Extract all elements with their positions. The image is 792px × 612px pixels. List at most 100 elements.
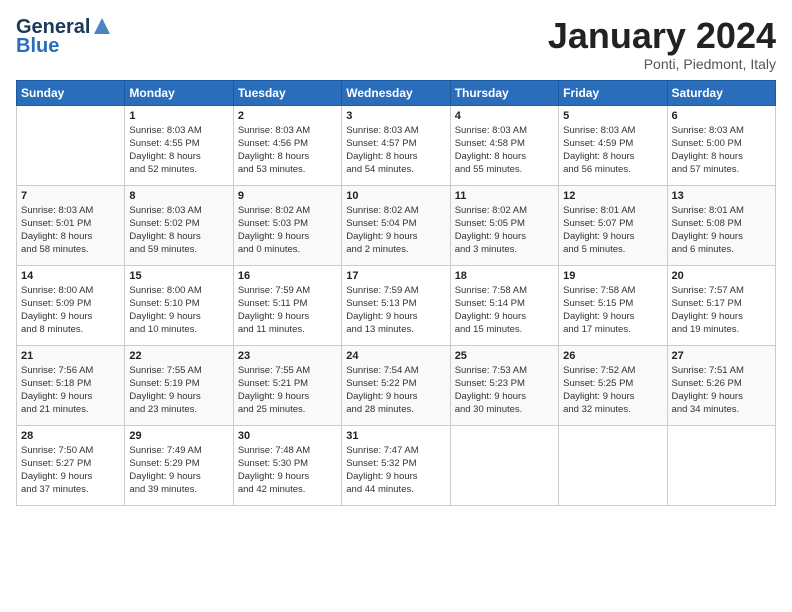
day-info: Sunrise: 7:59 AMSunset: 5:13 PMDaylight:… — [346, 284, 445, 337]
day-cell — [559, 425, 667, 505]
day-cell: 15 Sunrise: 8:00 AMSunset: 5:10 PMDayligh… — [125, 265, 233, 345]
location-subtitle: Ponti, Piedmont, Italy — [548, 56, 776, 72]
month-title: January 2024 — [548, 16, 776, 56]
day-cell: 31 Sunrise: 7:47 AMSunset: 5:32 PMDayligh… — [342, 425, 450, 505]
header-cell-tuesday: Tuesday — [233, 80, 341, 105]
day-number: 20 — [672, 270, 771, 282]
day-number: 26 — [563, 350, 662, 362]
day-number: 9 — [238, 190, 337, 202]
logo-icon — [92, 16, 112, 36]
day-info: Sunrise: 7:54 AMSunset: 5:22 PMDaylight:… — [346, 364, 445, 417]
day-cell: 3Sunrise: 8:03 AMSunset: 4:57 PMDaylight… — [342, 105, 450, 185]
day-info: Sunrise: 8:02 AMSunset: 5:03 PMDaylight:… — [238, 204, 337, 257]
day-cell: 23 Sunrise: 7:55 AMSunset: 5:21 PMDayligh… — [233, 345, 341, 425]
day-info: Sunrise: 8:02 AMSunset: 5:04 PMDaylight:… — [346, 204, 445, 257]
day-info: Sunrise: 8:03 AMSunset: 4:58 PMDaylight:… — [455, 124, 554, 177]
day-info: Sunrise: 8:00 AMSunset: 5:10 PMDaylight:… — [129, 284, 228, 337]
day-cell: 20 Sunrise: 7:57 AMSunset: 5:17 PMDayligh… — [667, 265, 775, 345]
day-info: Sunrise: 7:47 AMSunset: 5:32 PMDaylight:… — [346, 444, 445, 497]
day-info: Sunrise: 8:02 AMSunset: 5:05 PMDaylight:… — [455, 204, 554, 257]
day-cell — [17, 105, 125, 185]
day-info: Sunrise: 8:03 AMSunset: 4:57 PMDaylight:… — [346, 124, 445, 177]
day-number: 30 — [238, 430, 337, 442]
header-row: SundayMondayTuesdayWednesdayThursdayFrid… — [17, 80, 776, 105]
week-row-5: 28 Sunrise: 7:50 AMSunset: 5:27 PMDayligh… — [17, 425, 776, 505]
day-number: 28 — [21, 430, 120, 442]
day-cell: 26 Sunrise: 7:52 AMSunset: 5:25 PMDayligh… — [559, 345, 667, 425]
day-cell: 19Sunrise: 7:58 AMSunset: 5:15 PMDayligh… — [559, 265, 667, 345]
day-number: 14 — [21, 270, 120, 282]
day-number: 25 — [455, 350, 554, 362]
day-cell — [667, 425, 775, 505]
day-number: 1 — [129, 110, 228, 122]
header-cell-thursday: Thursday — [450, 80, 558, 105]
day-number: 12 — [563, 190, 662, 202]
header-cell-monday: Monday — [125, 80, 233, 105]
day-number: 15 — [129, 270, 228, 282]
day-number: 7 — [21, 190, 120, 202]
day-info: Sunrise: 8:03 AMSunset: 5:01 PMDaylight:… — [21, 204, 120, 257]
day-number: 23 — [238, 350, 337, 362]
day-number: 27 — [672, 350, 771, 362]
day-cell: 24 Sunrise: 7:54 AMSunset: 5:22 PMDayligh… — [342, 345, 450, 425]
header-cell-wednesday: Wednesday — [342, 80, 450, 105]
day-number: 17 — [346, 270, 445, 282]
day-number: 31 — [346, 430, 445, 442]
week-row-2: 7 Sunrise: 8:03 AMSunset: 5:01 PMDaylight… — [17, 185, 776, 265]
day-info: Sunrise: 8:03 AMSunset: 4:55 PMDaylight:… — [129, 124, 228, 177]
day-cell: 17 Sunrise: 7:59 AMSunset: 5:13 PMDayligh… — [342, 265, 450, 345]
day-info: Sunrise: 8:03 AMSunset: 5:00 PMDaylight:… — [672, 124, 771, 177]
day-info: Sunrise: 7:52 AMSunset: 5:25 PMDaylight:… — [563, 364, 662, 417]
week-row-1: 1 Sunrise: 8:03 AMSunset: 4:55 PMDaylight… — [17, 105, 776, 185]
week-row-3: 14 Sunrise: 8:00 AMSunset: 5:09 PMDayligh… — [17, 265, 776, 345]
day-number: 4 — [455, 110, 554, 122]
day-info: Sunrise: 7:59 AMSunset: 5:11 PMDaylight:… — [238, 284, 337, 337]
day-cell: 1 Sunrise: 8:03 AMSunset: 4:55 PMDaylight… — [125, 105, 233, 185]
day-info: Sunrise: 8:03 AMSunset: 5:02 PMDaylight:… — [129, 204, 228, 257]
day-cell: 28 Sunrise: 7:50 AMSunset: 5:27 PMDayligh… — [17, 425, 125, 505]
day-cell: 13Sunrise: 8:01 AMSunset: 5:08 PMDayligh… — [667, 185, 775, 265]
day-cell: 27 Sunrise: 7:51 AMSunset: 5:26 PMDayligh… — [667, 345, 775, 425]
day-info: Sunrise: 8:00 AMSunset: 5:09 PMDaylight:… — [21, 284, 120, 337]
day-info: Sunrise: 7:51 AMSunset: 5:26 PMDaylight:… — [672, 364, 771, 417]
day-number: 5 — [563, 110, 662, 122]
title-area: January 2024 Ponti, Piedmont, Italy — [548, 16, 776, 72]
day-cell: 29 Sunrise: 7:49 AMSunset: 5:29 PMDayligh… — [125, 425, 233, 505]
day-number: 24 — [346, 350, 445, 362]
day-info: Sunrise: 7:55 AMSunset: 5:21 PMDaylight:… — [238, 364, 337, 417]
day-cell: 12Sunrise: 8:01 AMSunset: 5:07 PMDayligh… — [559, 185, 667, 265]
day-info: Sunrise: 7:56 AMSunset: 5:18 PMDaylight:… — [21, 364, 120, 417]
day-cell — [450, 425, 558, 505]
day-cell: 10Sunrise: 8:02 AMSunset: 5:04 PMDayligh… — [342, 185, 450, 265]
day-number: 11 — [455, 190, 554, 202]
day-number: 29 — [129, 430, 228, 442]
day-cell: 6Sunrise: 8:03 AMSunset: 5:00 PMDaylight… — [667, 105, 775, 185]
day-cell: 30 Sunrise: 7:48 AMSunset: 5:30 PMDayligh… — [233, 425, 341, 505]
day-info: Sunrise: 7:50 AMSunset: 5:27 PMDaylight:… — [21, 444, 120, 497]
week-row-4: 21 Sunrise: 7:56 AMSunset: 5:18 PMDayligh… — [17, 345, 776, 425]
day-number: 18 — [455, 270, 554, 282]
day-cell: 7 Sunrise: 8:03 AMSunset: 5:01 PMDaylight… — [17, 185, 125, 265]
page: General Blue January 2024 Ponti, Piedmon… — [0, 0, 792, 612]
header-cell-sunday: Sunday — [17, 80, 125, 105]
day-number: 21 — [21, 350, 120, 362]
header: General Blue January 2024 Ponti, Piedmon… — [16, 16, 776, 72]
day-number: 8 — [129, 190, 228, 202]
day-cell: 21 Sunrise: 7:56 AMSunset: 5:18 PMDayligh… — [17, 345, 125, 425]
day-cell: 14 Sunrise: 8:00 AMSunset: 5:09 PMDayligh… — [17, 265, 125, 345]
day-cell: 5Sunrise: 8:03 AMSunset: 4:59 PMDaylight… — [559, 105, 667, 185]
day-info: Sunrise: 7:57 AMSunset: 5:17 PMDaylight:… — [672, 284, 771, 337]
day-info: Sunrise: 7:48 AMSunset: 5:30 PMDaylight:… — [238, 444, 337, 497]
header-cell-saturday: Saturday — [667, 80, 775, 105]
day-info: Sunrise: 7:53 AMSunset: 5:23 PMDaylight:… — [455, 364, 554, 417]
calendar-table: SundayMondayTuesdayWednesdayThursdayFrid… — [16, 80, 776, 506]
day-number: 19 — [563, 270, 662, 282]
day-cell: 25 Sunrise: 7:53 AMSunset: 5:23 PMDayligh… — [450, 345, 558, 425]
day-info: Sunrise: 7:49 AMSunset: 5:29 PMDaylight:… — [129, 444, 228, 497]
day-cell: 2Sunrise: 8:03 AMSunset: 4:56 PMDaylight… — [233, 105, 341, 185]
logo: General Blue — [16, 16, 112, 58]
day-info: Sunrise: 7:55 AMSunset: 5:19 PMDaylight:… — [129, 364, 228, 417]
day-cell: 22Sunrise: 7:55 AMSunset: 5:19 PMDayligh… — [125, 345, 233, 425]
day-cell: 9 Sunrise: 8:02 AMSunset: 5:03 PMDaylight… — [233, 185, 341, 265]
day-number: 16 — [238, 270, 337, 282]
